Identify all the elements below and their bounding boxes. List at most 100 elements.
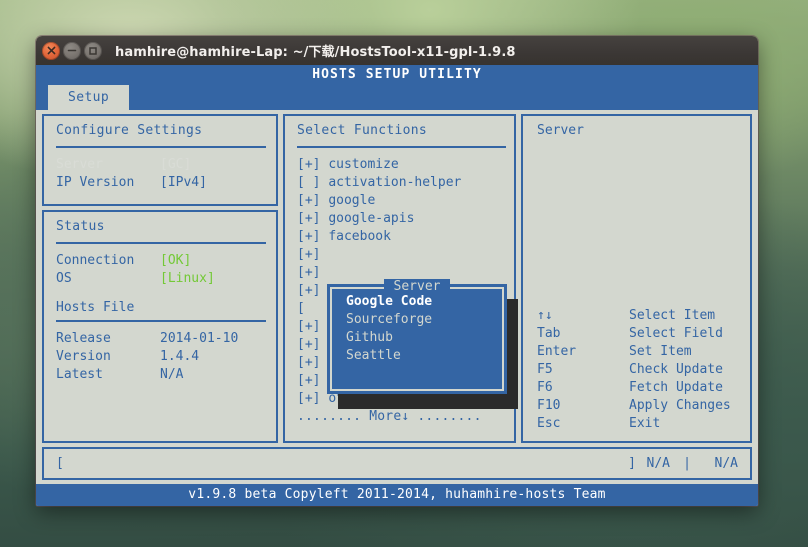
func-mark[interactable]: [+]: [297, 247, 320, 262]
func-mark[interactable]: [+]: [297, 157, 320, 172]
func-mark[interactable]: [: [297, 301, 313, 316]
func-mark[interactable]: [+]: [297, 337, 320, 352]
server-dropdown[interactable]: Server Google Code Sourceforge Github Se…: [327, 279, 507, 394]
progress-bracket-close: ]: [628, 455, 636, 471]
status-separator: |: [683, 455, 691, 471]
keybinding-desc: Fetch Update: [629, 380, 723, 395]
func-label: activation-helper: [328, 175, 462, 190]
keybinding-desc: Check Update: [629, 362, 723, 377]
keybinding-desc: Exit: [629, 416, 661, 431]
status-value-os: [Linux]: [160, 271, 215, 286]
window-title: hamhire@hamhire-Lap: ~/下载/HostsTool-x11-…: [115, 45, 516, 60]
status-title: Status: [56, 219, 105, 234]
status-label-os: OS: [56, 271, 72, 286]
hosts-label-latest: Latest: [56, 367, 103, 382]
func-mark[interactable]: [+]: [297, 391, 320, 406]
divider: [297, 146, 506, 148]
dropdown-title: Server: [332, 278, 502, 296]
func-mark[interactable]: [+]: [297, 229, 320, 244]
dropdown-item-github[interactable]: Github: [332, 329, 502, 347]
hosts-value-version: 1.4.4: [160, 349, 200, 364]
terminal-window: hamhire@hamhire-Lap: ~/下载/HostsTool-x11-…: [36, 36, 758, 506]
key-label: Esc: [537, 416, 561, 431]
func-mark[interactable]: [+]: [297, 373, 320, 388]
list-item[interactable]: [+] facebook: [297, 228, 506, 246]
keybinding-select-item: ↑↓ Select Item: [537, 307, 740, 325]
hosts-label-version: Version: [56, 349, 111, 364]
server-panel-label: Server: [537, 123, 584, 138]
hosts-label-release: Release: [56, 331, 111, 346]
setting-value-server[interactable]: [GC]: [160, 156, 191, 174]
status-row-connection: Connection [OK]: [56, 252, 266, 270]
select-functions-title: Select Functions: [297, 123, 428, 138]
tab-setup[interactable]: Setup: [48, 85, 130, 110]
setting-row-ip-version[interactable]: IP Version [IPv4]: [56, 174, 266, 192]
func-label: customize: [328, 157, 399, 172]
right-column: Server ↑↓ Select Item Tab Select Field E…: [521, 114, 752, 443]
divider: [56, 320, 266, 322]
list-item[interactable]: [+] google-apis: [297, 210, 506, 228]
func-mark[interactable]: [ ]: [297, 175, 320, 190]
maximize-icon[interactable]: [84, 41, 102, 60]
setting-label-ip-version: IP Version: [56, 175, 135, 190]
list-item[interactable]: [+] google: [297, 192, 506, 210]
arrow-updown-icon: ↑↓: [537, 308, 553, 323]
page-title: HOSTS SETUP UTILITY: [36, 65, 758, 85]
divider: [56, 242, 266, 244]
more-indicator[interactable]: ........ More↓ ........: [297, 408, 506, 426]
keybinding-fetch-update: F6 Fetch Update: [537, 379, 740, 397]
key-label: Tab: [537, 326, 561, 341]
keybinding-select-field: Tab Select Field: [537, 325, 740, 343]
setting-value-ip-version[interactable]: [IPv4]: [160, 174, 207, 192]
tab-bar: Setup: [36, 85, 758, 110]
server-panel: Server ↑↓ Select Item Tab Select Field E…: [521, 114, 752, 443]
dropdown-frame: Server Google Code Sourceforge Github Se…: [330, 279, 504, 391]
hosts-row-release: Release 2014-01-10: [56, 330, 266, 348]
close-icon[interactable]: [42, 41, 60, 60]
func-mark[interactable]: [+]: [297, 355, 320, 370]
keybinding-list: ↑↓ Select Item Tab Select Field Enter Se…: [537, 307, 740, 433]
key-label: F5: [537, 362, 553, 377]
key-label: F10: [537, 398, 561, 413]
func-mark[interactable]: [+]: [297, 193, 320, 208]
keybinding-exit: Esc Exit: [537, 415, 740, 433]
keybinding-apply-changes: F10 Apply Changes: [537, 397, 740, 415]
func-label: google: [328, 193, 376, 208]
keybinding-desc: Select Field: [629, 326, 723, 341]
list-item[interactable]: [+] customize: [297, 156, 506, 174]
keybinding-check-update: F5 Check Update: [537, 361, 740, 379]
func-label: facebook: [328, 229, 391, 244]
hosts-row-latest: Latest N/A: [56, 366, 266, 384]
progress-bracket-open: [: [56, 455, 64, 471]
left-column: Configure Settings Server [GC] IP Versio…: [42, 114, 278, 443]
setting-label-server: Server: [56, 157, 103, 172]
status-value-1: N/A: [646, 455, 670, 471]
list-item[interactable]: [ ] activation-helper: [297, 174, 506, 192]
key-label: Enter: [537, 344, 577, 359]
status-panel: Status Connection [OK] OS [Linux] Hosts …: [42, 210, 278, 443]
func-mark[interactable]: [+]: [297, 265, 320, 280]
setting-row-server[interactable]: Server [GC]: [56, 156, 266, 174]
status-value-2: N/A: [714, 455, 738, 471]
list-item[interactable]: [+]: [297, 246, 506, 264]
status-value-connection: [OK]: [160, 253, 192, 268]
keybinding-set-item: Enter Set Item: [537, 343, 740, 361]
window-titlebar[interactable]: hamhire@hamhire-Lap: ~/下载/HostsTool-x11-…: [36, 36, 758, 65]
func-mark[interactable]: [+]: [297, 211, 320, 226]
dropdown-item-seattle[interactable]: Seattle: [332, 347, 502, 365]
minimize-icon[interactable]: [63, 41, 81, 60]
status-label-connection: Connection: [56, 253, 135, 268]
footer-bar: v1.9.8 beta Copyleft 2011-2014, huhamhir…: [36, 484, 758, 506]
key-label: F6: [537, 380, 553, 395]
func-mark[interactable]: [+]: [297, 283, 320, 298]
keybinding-desc: Apply Changes: [629, 398, 731, 413]
configure-settings-title: Configure Settings: [56, 123, 203, 138]
func-mark[interactable]: [+]: [297, 319, 320, 334]
hosts-value-release: 2014-01-10: [160, 331, 239, 346]
divider: [56, 146, 266, 148]
keybinding-desc: Select Item: [629, 308, 716, 323]
dropdown-item-sourceforge[interactable]: Sourceforge: [332, 311, 502, 329]
status-row-os: OS [Linux]: [56, 270, 266, 288]
keybinding-desc: Set Item: [629, 344, 692, 359]
hosts-value-latest: N/A: [160, 367, 184, 382]
